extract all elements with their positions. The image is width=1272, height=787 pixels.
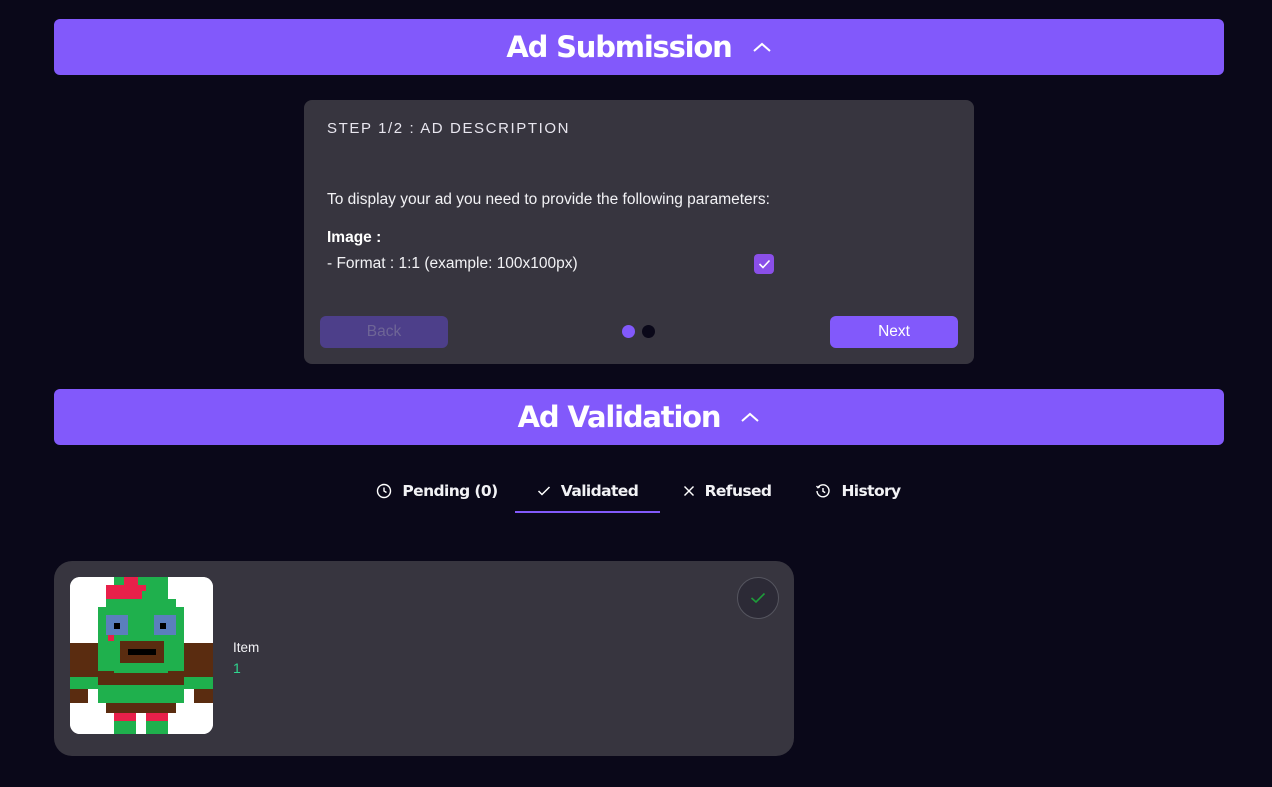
tab-pending-label: Pending (0)	[402, 482, 498, 500]
step-title: STEP 1/2 : AD DESCRIPTION	[327, 120, 571, 137]
check-icon	[537, 486, 550, 496]
ad-submission-header[interactable]: Ad Submission	[54, 19, 1224, 75]
next-button[interactable]: Next	[830, 316, 958, 348]
ad-validation-header[interactable]: Ad Validation	[54, 389, 1224, 445]
back-button[interactable]: Back	[320, 316, 448, 348]
step-indicator	[622, 325, 655, 338]
check-icon	[758, 259, 770, 269]
tab-refused[interactable]: Refused	[672, 470, 782, 512]
chevron-up-icon[interactable]	[752, 37, 772, 57]
format-checkbox[interactable]	[754, 254, 774, 274]
image-param-label: Image :	[327, 229, 382, 246]
tab-history-label: History	[841, 482, 901, 500]
close-icon	[683, 486, 694, 496]
step-dot-2[interactable]	[642, 325, 655, 338]
tab-validated-label: Validated	[560, 482, 639, 500]
step-card: STEP 1/2 : AD DESCRIPTION To display you…	[304, 100, 974, 364]
step-dot-1[interactable]	[622, 325, 635, 338]
validated-item-card: Item 1	[54, 561, 794, 756]
item-value: 1	[233, 660, 241, 676]
pixel-character-image	[70, 577, 213, 734]
step-intro-text: To display your ad you need to provide t…	[327, 191, 770, 208]
format-requirement-text: - Format : 1:1 (example: 100x100px)	[327, 255, 578, 272]
ad-submission-title: Ad Submission	[506, 30, 732, 64]
item-thumbnail	[70, 577, 213, 734]
tab-pending[interactable]: Pending (0)	[370, 470, 504, 512]
tab-validated[interactable]: Validated	[515, 470, 660, 513]
ad-validation-title: Ad Validation	[517, 400, 722, 434]
chevron-up-icon[interactable]	[740, 407, 760, 427]
item-label: Item	[233, 640, 260, 655]
validation-tabs: Pending (0) Validated Refused History	[0, 470, 1272, 514]
tab-refused-label: Refused	[704, 482, 772, 500]
clock-icon	[377, 483, 392, 499]
validated-status-badge	[737, 577, 779, 619]
tab-history[interactable]: History	[806, 470, 910, 512]
history-icon	[816, 484, 831, 498]
check-icon	[750, 592, 766, 604]
